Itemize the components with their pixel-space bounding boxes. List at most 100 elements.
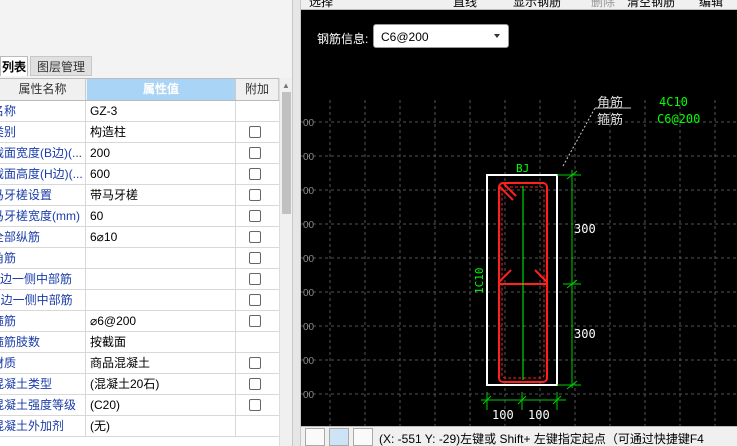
table-row[interactable]: B边一侧中部筋: [0, 269, 279, 290]
extra-cell: [236, 290, 279, 310]
vertical-tool-button[interactable]: [353, 428, 373, 446]
table-row[interactable]: 角筋: [0, 248, 279, 269]
property-value-cell[interactable]: 6⌀10: [87, 227, 236, 247]
extra-checkbox[interactable]: [249, 357, 261, 369]
panel-splitter[interactable]: [292, 0, 301, 446]
property-value-cell[interactable]: [87, 290, 236, 310]
grid-tick-label: 00: [303, 390, 315, 401]
scroll-up-icon[interactable]: ▲: [282, 81, 290, 90]
panel-tabs: 列表 图层管理: [0, 56, 292, 76]
property-grid: 属性名称 属性值 附加 名称GZ-3类别构造柱截面宽度(B边)(...200截面…: [0, 78, 279, 446]
property-name-cell: 混凝土类型: [0, 374, 86, 394]
grid-tick-label: 00: [303, 356, 315, 367]
table-row[interactable]: 马牙槎设置带马牙槎: [0, 185, 279, 206]
table-row[interactable]: 材质商品混凝土: [0, 353, 279, 374]
extra-checkbox[interactable]: [249, 399, 261, 411]
chevron-down-icon: [494, 34, 500, 38]
grid-tick-label: 00: [303, 254, 315, 265]
table-row[interactable]: 箍筋肢数按截面: [0, 332, 279, 353]
extra-checkbox[interactable]: [249, 189, 261, 201]
toolbar-edit[interactable]: 编辑: [699, 0, 723, 9]
extra-cell: [236, 332, 279, 352]
toolbar-delete[interactable]: 删除: [591, 0, 615, 9]
extra-cell: [236, 311, 279, 331]
table-row[interactable]: 截面宽度(B边)(... 200: [0, 143, 279, 164]
property-value-cell[interactable]: [87, 269, 236, 289]
table-row[interactable]: 混凝土类型(混凝土20石): [0, 374, 279, 395]
polyline-tool-button[interactable]: [305, 428, 325, 446]
stirrup-hook: [498, 185, 514, 201]
property-value-cell[interactable]: ⌀6@200: [87, 311, 236, 331]
extra-cell: [236, 122, 279, 142]
grid-tick-label: 00: [303, 152, 315, 163]
toolbar-line[interactable]: 直线: [453, 0, 477, 9]
toolbar-select[interactable]: 选择: [309, 0, 333, 9]
rebar-info-select[interactable]: C6@200: [373, 24, 509, 48]
corner-rebar-value: 4C10: [659, 95, 688, 109]
dim-height-top: 300: [574, 222, 596, 236]
property-name-cell: 全部纵筋: [0, 227, 86, 247]
extra-cell: [236, 248, 279, 268]
table-row[interactable]: 全部纵筋6⌀10: [0, 227, 279, 248]
table-row[interactable]: 类别构造柱: [0, 122, 279, 143]
property-value-cell[interactable]: 200: [87, 143, 236, 163]
extra-cell: [236, 101, 279, 121]
tie-hook-right: [534, 269, 548, 283]
tab-list[interactable]: 列表: [0, 56, 28, 76]
table-row[interactable]: 名称GZ-3: [0, 101, 279, 122]
property-name-cell: 马牙槎宽度(mm): [0, 206, 86, 226]
extra-cell: [236, 206, 279, 226]
dim-width-left: 100: [492, 408, 514, 422]
property-name-cell: 截面宽度(B边)(...: [0, 143, 86, 163]
extra-checkbox[interactable]: [249, 315, 261, 327]
corner-rebar-label: 角筋: [597, 95, 623, 110]
extra-checkbox[interactable]: [249, 231, 261, 243]
grid-scrollbar[interactable]: ▲: [279, 78, 292, 446]
side-rebar-label: 1C10: [473, 268, 486, 295]
line-tool-button[interactable]: [329, 428, 349, 446]
property-value-cell[interactable]: (无): [87, 416, 236, 436]
drawing-canvas[interactable]: 00 00 00 00 00 00 00 00 00 角筋箍筋 4C10 C6@200 BJ 1C10 30…: [301, 0, 737, 446]
property-value-cell[interactable]: [87, 248, 236, 268]
property-value-cell[interactable]: 构造柱: [87, 122, 236, 142]
header-property-value[interactable]: 属性值: [87, 79, 236, 100]
extra-cell: [236, 269, 279, 289]
header-property-name[interactable]: 属性名称: [0, 79, 86, 100]
table-row[interactable]: 箍筋⌀6@200: [0, 311, 279, 332]
extra-checkbox[interactable]: [249, 252, 261, 264]
extra-checkbox[interactable]: [249, 210, 261, 222]
extra-checkbox[interactable]: [249, 294, 261, 306]
toolbar-clear-rebar[interactable]: 清空钢筋: [627, 0, 675, 9]
extra-checkbox[interactable]: [249, 273, 261, 285]
grid-tick-label: 00: [303, 322, 315, 333]
property-value-cell[interactable]: 600: [87, 164, 236, 184]
extra-checkbox[interactable]: [249, 147, 261, 159]
stirrup-label: 箍筋: [597, 112, 623, 127]
property-name-cell: 材质: [0, 353, 86, 373]
table-row[interactable]: 截面高度(H边)(... 600: [0, 164, 279, 185]
property-value-cell[interactable]: 按截面: [87, 332, 236, 352]
table-row[interactable]: 马牙槎宽度(mm) 60: [0, 206, 279, 227]
extra-checkbox[interactable]: [249, 126, 261, 138]
tab-layer-management[interactable]: 图层管理: [30, 56, 92, 76]
table-row[interactable]: H边一侧中部筋: [0, 290, 279, 311]
property-name-cell: 混凝土外加剂: [0, 416, 86, 436]
extra-checkbox[interactable]: [249, 168, 261, 180]
table-row[interactable]: 混凝土外加剂(无): [0, 416, 279, 437]
property-value-cell[interactable]: 60: [87, 206, 236, 226]
extra-cell: [236, 164, 279, 184]
property-value-cell[interactable]: GZ-3: [87, 101, 236, 121]
rebar-editor: 00 00 00 00 00 00 00 00 00 角筋 箍筋 4C10 C6@200 BJ 1C10 30…: [301, 0, 737, 446]
extra-cell: [236, 395, 279, 415]
table-row[interactable]: 混凝土强度等级 (C20): [0, 395, 279, 416]
property-value-cell[interactable]: 带马牙槎: [87, 185, 236, 205]
property-value-cell[interactable]: (C20): [87, 395, 236, 415]
property-value-cell[interactable]: (混凝土20石): [87, 374, 236, 394]
extra-checkbox[interactable]: [249, 378, 261, 390]
property-name-cell: 箍筋肢数: [0, 332, 86, 352]
toolbar-show-rebar[interactable]: 显示钢筋: [513, 0, 561, 9]
header-extra[interactable]: 附加: [236, 79, 279, 100]
scrollbar-thumb[interactable]: [282, 92, 291, 214]
property-name-cell: 角筋: [0, 248, 86, 268]
property-value-cell[interactable]: 商品混凝土: [87, 353, 236, 373]
